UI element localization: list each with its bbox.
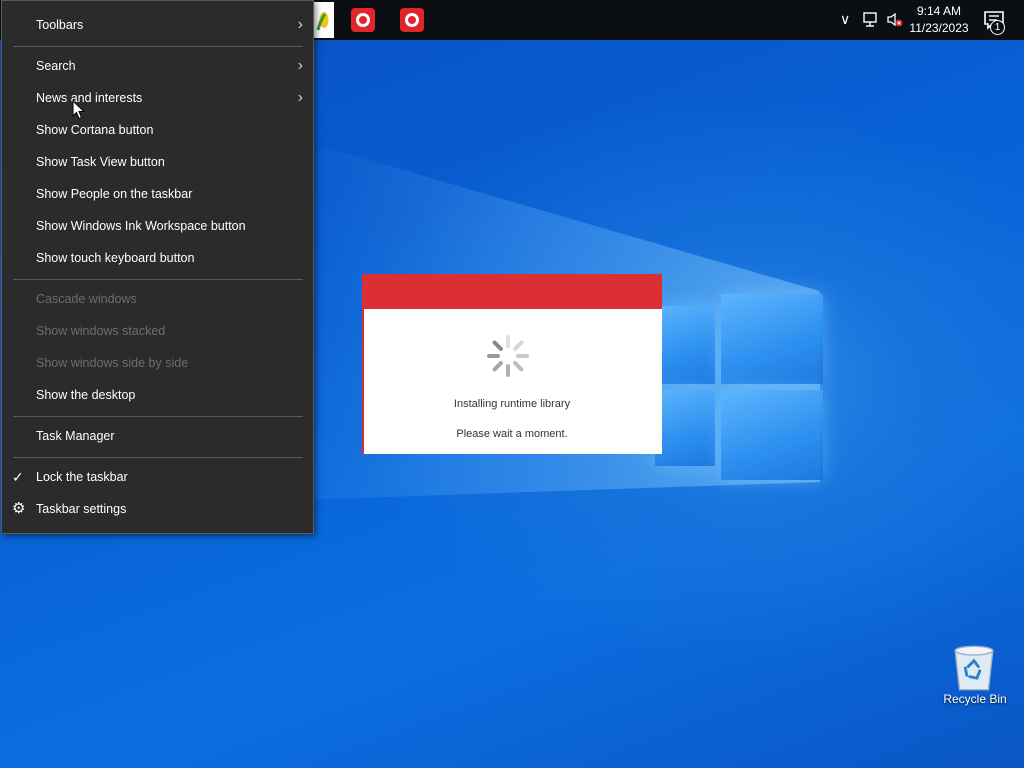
menu-item-label: Show the desktop xyxy=(36,388,136,402)
volume-muted-icon[interactable] xyxy=(886,12,904,28)
menu-item-toolbars[interactable]: Toolbars › xyxy=(2,10,313,40)
installer-dialog-header xyxy=(362,274,662,309)
taskbar-app-installer-1[interactable] xyxy=(343,2,383,38)
menu-separator xyxy=(13,416,303,417)
menu-item-search[interactable]: Search › xyxy=(2,51,313,81)
menu-item-lock-the-taskbar[interactable]: ✓ Lock the taskbar xyxy=(2,462,313,492)
menu-separator xyxy=(13,46,303,47)
menu-item-label: Show Task View button xyxy=(36,155,165,169)
network-icon[interactable] xyxy=(862,12,880,28)
menu-item-taskbar-settings[interactable]: ⚙ Taskbar settings xyxy=(2,494,313,524)
taskbar-app-partial[interactable] xyxy=(312,2,334,38)
menu-item-label: Toolbars xyxy=(36,18,84,32)
menu-item-task-manager[interactable]: Task Manager xyxy=(2,421,313,451)
menu-item-show-touch-keyboard[interactable]: Show touch keyboard button xyxy=(2,243,313,273)
menu-item-label: Taskbar settings xyxy=(36,502,127,516)
menu-item-label: Show Windows Ink Workspace button xyxy=(36,219,246,233)
recycle-bin-icon[interactable] xyxy=(948,642,1000,694)
taskbar-clock[interactable]: 9:14 AM 11/23/2023 xyxy=(906,3,972,37)
menu-item-show-people[interactable]: Show People on the taskbar xyxy=(2,179,313,209)
corn-icon xyxy=(316,12,329,31)
menu-item-label: Search xyxy=(36,59,76,73)
menu-item-show-task-view-button[interactable]: Show Task View button xyxy=(2,147,313,177)
menu-item-news-and-interests[interactable]: News and interests › xyxy=(2,83,313,113)
menu-item-cascade-windows: Cascade windows xyxy=(2,284,313,314)
menu-item-label: Show windows stacked xyxy=(36,324,166,338)
recycle-bin-label[interactable]: Recycle Bin xyxy=(932,692,1018,706)
menu-item-show-cortana-button[interactable]: Show Cortana button xyxy=(2,115,313,145)
notification-count-badge: 1 xyxy=(990,20,1005,35)
menu-item-show-windows-side-by-side: Show windows side by side xyxy=(2,348,313,378)
clock-date: 11/23/2023 xyxy=(909,21,969,35)
menu-item-label: Cascade windows xyxy=(36,292,137,306)
menu-item-show-windows-stacked: Show windows stacked xyxy=(2,316,313,346)
menu-item-label: Show windows side by side xyxy=(36,356,189,370)
chevron-right-icon: › xyxy=(297,89,303,106)
clock-time: 9:14 AM xyxy=(916,4,962,18)
red-app-icon xyxy=(351,8,375,32)
tray-chevron-up-icon[interactable]: ∨ xyxy=(840,10,850,28)
chevron-right-icon: › xyxy=(297,16,303,33)
gear-icon: ⚙ xyxy=(12,500,26,517)
menu-item-label: Lock the taskbar xyxy=(36,470,128,484)
installer-status-text: Installing runtime library xyxy=(453,398,571,410)
menu-item-label: News and interests xyxy=(36,91,143,105)
windows-logo-wallpaper xyxy=(655,288,825,483)
checkmark-icon: ✓ xyxy=(12,469,24,485)
red-app-icon xyxy=(400,8,424,32)
mouse-cursor-icon xyxy=(72,100,86,120)
menu-item-label: Show touch keyboard button xyxy=(36,251,195,265)
taskbar-context-menu[interactable]: Toolbars › Search › News and interests ›… xyxy=(1,0,314,534)
menu-separator xyxy=(13,457,303,458)
chevron-right-icon: › xyxy=(297,57,303,74)
menu-item-label: Show Cortana button xyxy=(36,123,154,137)
loading-spinner-icon xyxy=(487,335,529,377)
taskbar-app-installer-2[interactable] xyxy=(392,2,432,38)
menu-separator xyxy=(13,279,303,280)
menu-item-label: Show People on the taskbar xyxy=(36,187,193,201)
installer-wait-message: Please wait a moment. xyxy=(456,428,568,440)
menu-item-label: Task Manager xyxy=(36,429,115,443)
menu-item-show-the-desktop[interactable]: Show the desktop xyxy=(2,380,313,410)
menu-item-show-ink-workspace[interactable]: Show Windows Ink Workspace button xyxy=(2,211,313,241)
